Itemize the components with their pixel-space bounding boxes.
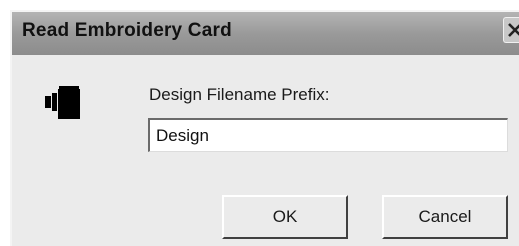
prefix-input[interactable]: [148, 118, 508, 152]
ok-button[interactable]: OK: [222, 195, 348, 239]
close-button[interactable]: [503, 17, 519, 43]
cancel-button[interactable]: Cancel: [382, 195, 508, 239]
embroidery-card-icon: [45, 86, 80, 119]
title-bar[interactable]: Read Embroidery Card: [12, 12, 519, 55]
window-title: Read Embroidery Card: [22, 20, 232, 41]
prefix-label: Design Filename Prefix:: [149, 85, 330, 104]
read-embroidery-card-dialog: Read Embroidery Card Design Filename Pre…: [10, 10, 519, 246]
close-icon: [508, 23, 519, 37]
